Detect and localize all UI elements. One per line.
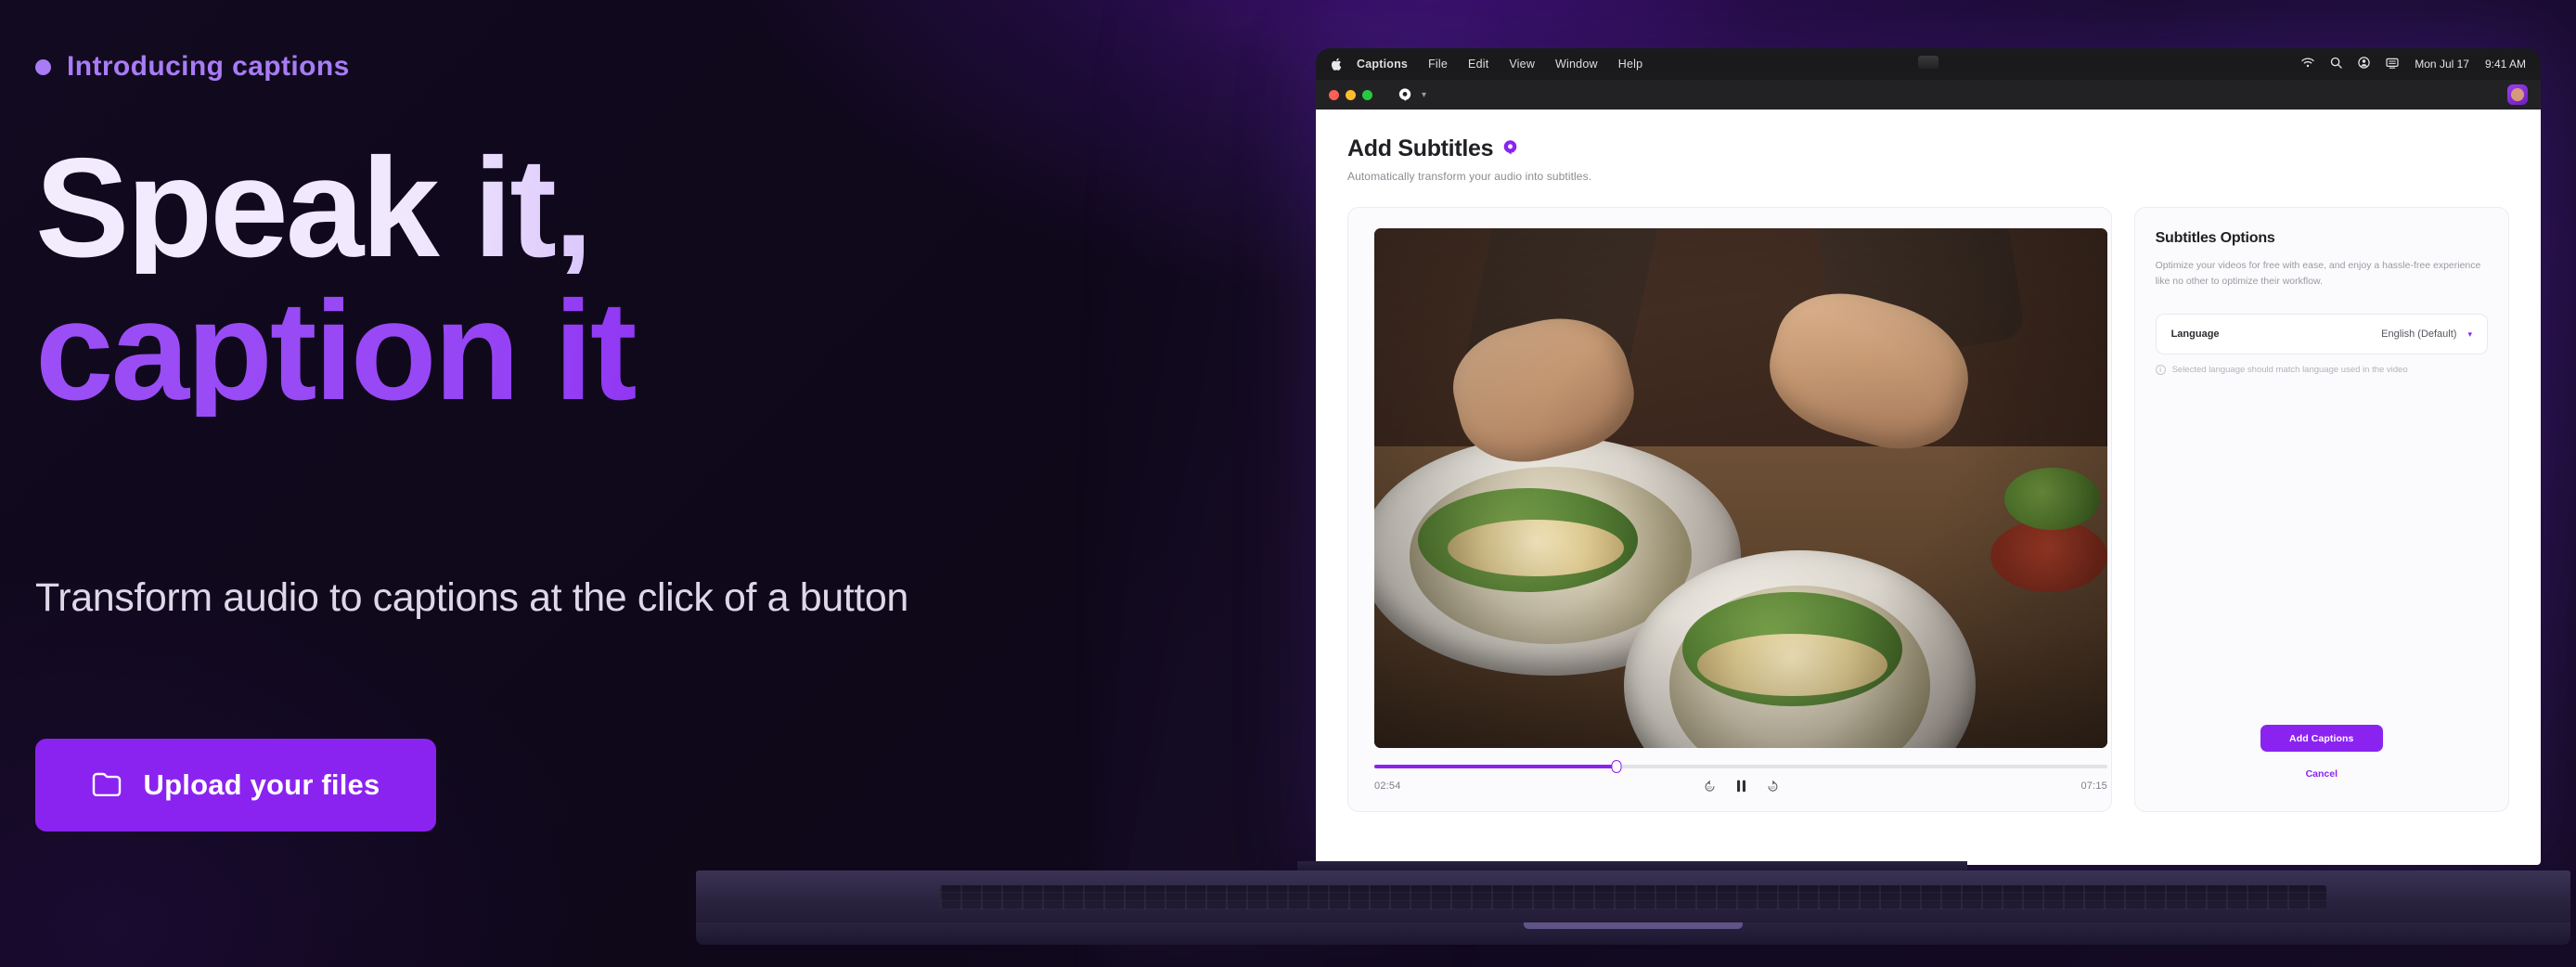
pause-icon[interactable] — [1736, 780, 1746, 793]
camera-notch — [1918, 56, 1938, 69]
cancel-button[interactable]: Cancel — [2306, 768, 2338, 780]
options-description: Optimize your videos for free with ease,… — [2155, 260, 2481, 287]
language-hint-text: Selected language should match language … — [2171, 365, 2408, 375]
language-value: English (Default) — [2381, 329, 2457, 340]
apple-icon[interactable] — [1331, 58, 1342, 71]
upload-files-label: Upload your files — [143, 768, 380, 801]
window-title-bar: ▾ — [1316, 80, 2541, 110]
control-center-icon[interactable] — [2358, 57, 2370, 71]
headline-line-2: caption it — [35, 280, 1056, 421]
captions-logo-icon — [1502, 139, 1518, 160]
menubar-time[interactable]: 9:41 AM — [2485, 58, 2526, 71]
eyebrow-dot-icon — [35, 58, 51, 75]
menubar-date[interactable]: Mon Jul 17 — [2415, 58, 2469, 71]
laptop-keyboard — [939, 885, 2327, 909]
subtitles-options-card: Subtitles Options Optimize your videos f… — [2133, 207, 2509, 812]
eyebrow-label: Introducing captions — [67, 51, 350, 82]
avatar-face — [2511, 88, 2524, 101]
language-select[interactable]: Language English (Default) ▾ — [2155, 314, 2488, 355]
progress-bar[interactable] — [1374, 760, 2107, 773]
menu-item-help[interactable]: Help — [1618, 58, 1643, 71]
search-icon[interactable] — [2330, 57, 2342, 71]
eyebrow-badge: Introducing captions — [35, 51, 350, 83]
options-title: Subtitles Options — [2155, 230, 2275, 246]
video-preview-card: Duringthis tutorial, I will cover all yo… — [1347, 207, 2112, 812]
hero-subheadline: Transform audio to captions at the click… — [35, 575, 908, 620]
svg-text:10: 10 — [1707, 784, 1711, 789]
upload-files-button[interactable]: Upload your files — [35, 739, 436, 832]
language-label: Language — [2170, 329, 2220, 340]
laptop-screen: Captions File Edit View Window Help Mon … — [1316, 48, 2541, 865]
info-icon: i — [2155, 365, 2166, 375]
laptop-hinge — [1297, 861, 1967, 870]
laptop-deck — [696, 870, 2570, 922]
current-time: 02:54 — [1374, 780, 1401, 792]
forward-10-icon[interactable]: 10 — [1767, 780, 1779, 793]
headline-line-1: Speak it, — [35, 137, 1056, 278]
app-title: Add Subtitles — [1347, 135, 1494, 161]
app-panels: Duringthis tutorial, I will cover all yo… — [1347, 207, 2509, 812]
avatar[interactable] — [2507, 84, 2528, 105]
app-subtitle: Automatically transform your audio into … — [1347, 170, 1592, 183]
hero-copy-column: Introducing captions Speak it, caption i… — [35, 0, 1149, 967]
chevron-down-icon[interactable]: ▾ — [1422, 90, 1426, 100]
progress-handle[interactable] — [1611, 760, 1622, 773]
maximize-window-button[interactable] — [1362, 89, 1372, 100]
minimize-window-button[interactable] — [1346, 89, 1356, 100]
menu-item-captions[interactable]: Captions — [1357, 58, 1408, 71]
progress-fill — [1374, 765, 1616, 768]
menu-item-window[interactable]: Window — [1555, 58, 1598, 71]
rewind-10-icon[interactable]: 10 — [1704, 780, 1716, 793]
menu-item-edit[interactable]: Edit — [1468, 58, 1488, 71]
mac-menu-bar: Captions File Edit View Window Help Mon … — [1316, 48, 2541, 80]
menu-item-view[interactable]: View — [1509, 58, 1535, 71]
laptop-mockup: Captions File Edit View Window Help Mon … — [696, 20, 2576, 967]
svg-text:10: 10 — [1770, 784, 1774, 789]
close-window-button[interactable] — [1329, 89, 1339, 100]
app-header: Add Subtitles — [1347, 135, 2509, 162]
laptop-front-notch — [1524, 922, 1743, 929]
video-player[interactable]: Duringthis tutorial, I will cover all yo… — [1374, 228, 2107, 748]
video-thumbnail — [1374, 228, 2107, 748]
display-icon[interactable] — [2386, 58, 2399, 71]
app-content: Add Subtitles Automatically transform yo… — [1316, 110, 2541, 865]
captions-logo-icon — [1397, 87, 1412, 102]
menubar-status-area: Mon Jul 17 9:41 AM — [2301, 57, 2526, 71]
wifi-icon[interactable] — [2301, 58, 2314, 71]
folder-icon — [92, 772, 122, 799]
total-time: 07:15 — [2080, 780, 2107, 792]
controls-row: 02:54 10 10 07:15 — [1374, 780, 2107, 793]
laptop-base — [696, 861, 2570, 945]
language-hint: i Selected language should match languag… — [2155, 365, 2488, 375]
options-actions: Add Captions Cancel — [2135, 725, 2508, 780]
player-controls: 02:54 10 10 07:15 — [1374, 760, 2107, 793]
chevron-down-icon[interactable]: ▾ — [2467, 329, 2472, 340]
page-title: Speak it, caption it — [35, 137, 1056, 421]
menu-item-file[interactable]: File — [1428, 58, 1448, 71]
playback-controls: 10 10 — [1704, 780, 1779, 793]
add-captions-button[interactable]: Add Captions — [2260, 725, 2383, 752]
